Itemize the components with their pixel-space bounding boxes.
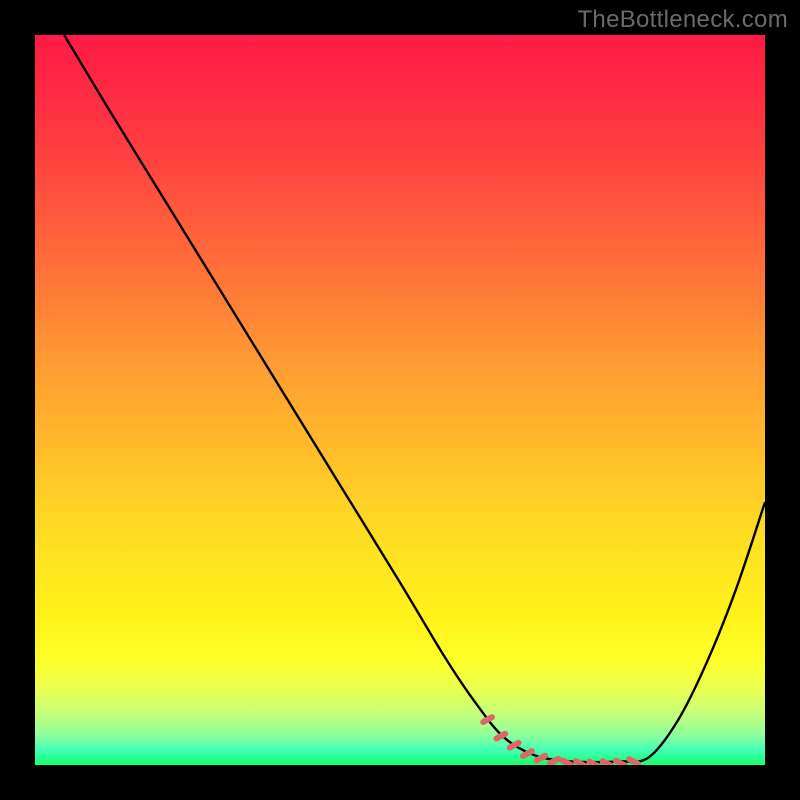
valley-dash (563, 761, 572, 765)
valley-dash (550, 759, 559, 764)
valley-dash (523, 751, 532, 756)
valley-dash (510, 743, 519, 748)
valley-dash (629, 759, 638, 764)
valley-highlight (483, 717, 638, 765)
watermark-text: TheBottleneck.com (577, 6, 788, 34)
plot-area (35, 35, 765, 765)
valley-dash (536, 756, 545, 761)
chart-svg (35, 35, 765, 765)
valley-dash (483, 717, 492, 722)
bottleneck-curve-path (64, 35, 765, 762)
valley-dash (496, 734, 505, 739)
